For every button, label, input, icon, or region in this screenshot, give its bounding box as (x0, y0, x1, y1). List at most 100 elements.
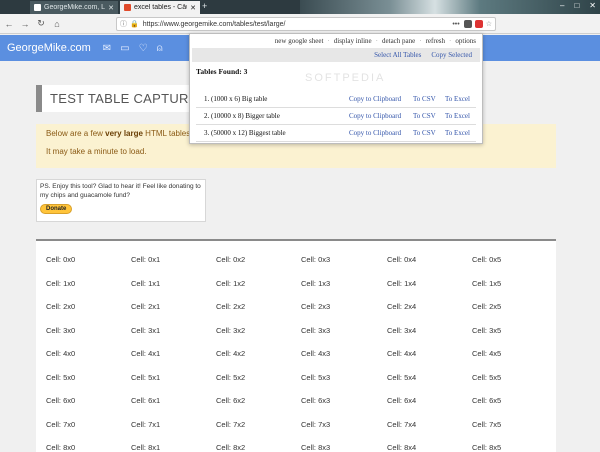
donate-button[interactable]: Donate (40, 203, 73, 214)
lock-icon: 🔒 (130, 21, 139, 28)
new-google-sheet-link[interactable]: new google sheet (275, 37, 324, 45)
display-inline-link[interactable]: display inline (334, 37, 372, 45)
table-cell: Cell: 0x2 (216, 255, 246, 264)
table-cell: Cell: 2x1 (131, 302, 161, 311)
table-name[interactable]: 3. (50000 x 12) Biggest table (204, 129, 286, 137)
heart-icon[interactable]: ♡ (139, 43, 148, 54)
table-cell: Cell: 1x3 (301, 278, 331, 288)
tab-google-search[interactable]: excel tables - Căutare Google ✕ (120, 1, 200, 14)
copy-to-clipboard-link[interactable]: Copy to Clipboard (349, 129, 401, 137)
copy-selected-link[interactable]: Copy Selected (431, 51, 472, 59)
detach-pane-link[interactable]: detach pane (382, 37, 415, 45)
table-cell: Cell: 8x0 (46, 443, 76, 452)
table-cell: Cell: 8x3 (301, 443, 331, 452)
table-cell: Cell: 7x5 (472, 419, 502, 429)
table-cell: Cell: 5x0 (46, 372, 76, 382)
table-cell: Cell: 4x3 (301, 349, 331, 358)
table-name[interactable]: 1. (1000 x 6) Big table (204, 95, 267, 103)
window-controls: – □ ✕ (560, 1, 596, 10)
table-cell: Cell: 3x5 (472, 325, 502, 335)
table-cell: Cell: 0x1 (131, 255, 161, 264)
google-favicon-icon (124, 4, 131, 11)
to-csv-link[interactable]: To CSV (413, 112, 436, 120)
notice-line-2: It may take a minute to load. (46, 147, 147, 156)
close-window-icon[interactable]: ✕ (589, 1, 596, 10)
new-tab-icon[interactable]: + (202, 1, 207, 11)
mail-icon[interactable]: ✉ (103, 43, 111, 54)
reload-icon[interactable]: ↻ (34, 18, 48, 29)
table-cell: Cell: 2x0 (46, 302, 76, 311)
home-icon[interactable]: ⌂ (50, 19, 64, 29)
address-bar[interactable]: ⓘ 🔒 https://www.georgemike.com/tables/te… (116, 17, 496, 31)
maximize-icon[interactable]: □ (574, 1, 579, 10)
bookmark-star-icon[interactable]: ☆ (486, 20, 492, 28)
pocket-icon[interactable] (463, 20, 472, 28)
softpedia-watermark: SOFTPEDIA (305, 72, 386, 84)
donate-text: PS. Enjoy this tool? Glad to hear it! Fe… (40, 183, 201, 199)
copy-to-clipboard-link[interactable]: Copy to Clipboard (349, 95, 401, 103)
options-link[interactable]: options (455, 37, 476, 45)
table-cell: Cell: 8x2 (216, 443, 246, 452)
table-cell: Cell: 2x4 (387, 302, 417, 311)
table-cell: Cell: 4x0 (46, 349, 76, 358)
copy-to-clipboard-link[interactable]: Copy to Clipboard (349, 112, 401, 120)
table-cell: Cell: 3x0 (46, 325, 76, 335)
minimize-icon[interactable]: – (560, 1, 564, 10)
to-excel-link[interactable]: To Excel (445, 95, 470, 103)
to-excel-link[interactable]: To Excel (445, 112, 470, 120)
refresh-link[interactable]: refresh (426, 37, 445, 45)
select-all-tables-link[interactable]: Select All Tables (374, 51, 421, 59)
forward-icon[interactable]: → (18, 19, 32, 29)
info-icon[interactable]: ⓘ (120, 19, 127, 29)
table-cell: Cell: 6x1 (131, 396, 161, 405)
table-cell: Cell: 0x5 (472, 255, 502, 264)
browser-tab-strip: GeorgeMike.com, Large Table ✕ excel tabl… (0, 0, 600, 14)
table-list-item[interactable]: 2. (10000 x 8) Bigger table Copy to Clip… (196, 109, 476, 125)
table-cell: Cell: 7x1 (131, 419, 161, 429)
money-icon[interactable]: ▭ (120, 43, 129, 54)
table-list-item[interactable]: 3. (50000 x 12) Biggest table Copy to Cl… (196, 126, 476, 142)
back-icon[interactable]: ← (2, 19, 16, 29)
table-cell: Cell: 8x1 (131, 443, 161, 452)
table-cell: Cell: 4x2 (216, 349, 246, 358)
url-text[interactable]: https://www.georgemike.com/tables/test/l… (143, 21, 453, 28)
close-tab-icon[interactable]: ✕ (108, 4, 114, 12)
table-cell: Cell: 5x1 (131, 372, 161, 382)
close-tab-icon[interactable]: ✕ (190, 4, 196, 12)
table-cell: Cell: 5x4 (387, 372, 417, 382)
extension-icon[interactable] (474, 20, 483, 28)
table-cell: Cell: 6x4 (387, 396, 417, 405)
favicon-icon (34, 4, 41, 11)
table-cell: Cell: 6x3 (301, 396, 331, 405)
page-actions-icon[interactable]: ••• (452, 21, 459, 28)
donate-box: PS. Enjoy this tool? Glad to hear it! Fe… (36, 179, 206, 222)
user-icon[interactable]: ⍝ (157, 43, 163, 54)
table-cell: Cell: 2x5 (472, 302, 502, 311)
table-cell: Cell: 0x4 (387, 255, 417, 264)
tab-title: GeorgeMike.com, Large Table (44, 4, 106, 11)
tab-title: excel tables - Căutare Google (134, 4, 187, 11)
table-cell: Cell: 3x1 (131, 325, 161, 335)
table-cell: Cell: 3x2 (216, 325, 246, 335)
table-cell: Cell: 3x3 (301, 325, 331, 335)
to-csv-link[interactable]: To CSV (413, 129, 436, 137)
table-list-item[interactable]: 1. (1000 x 6) Big table Copy to Clipboar… (196, 92, 476, 108)
table-cell: Cell: 6x2 (216, 396, 246, 405)
site-brand[interactable]: GeorgeMike.com (7, 42, 91, 54)
theme-background-art (300, 0, 600, 14)
table-cell: Cell: 5x3 (301, 372, 331, 382)
table-capture-popup: new google sheet · display inline · detach… (189, 33, 483, 144)
table-cell: Cell: 5x5 (472, 372, 502, 382)
big-table: Cell: 0x0 Cell: 0x1 Cell: 0x2 Cell: 0x3 Cell… (36, 239, 556, 452)
table-cell: Cell: 7x3 (301, 419, 331, 429)
table-cell: Cell: 0x0 (46, 255, 76, 264)
to-excel-link[interactable]: To Excel (445, 129, 470, 137)
table-cell: Cell: 1x4 (387, 278, 417, 288)
to-csv-link[interactable]: To CSV (413, 95, 436, 103)
table-cell: Cell: 0x3 (301, 255, 331, 264)
table-cell: Cell: 8x4 (387, 443, 417, 452)
tab-georgemike[interactable]: GeorgeMike.com, Large Table ✕ (30, 1, 118, 14)
table-cell: Cell: 7x4 (387, 419, 417, 429)
table-cell: Cell: 1x1 (131, 278, 161, 288)
table-name[interactable]: 2. (10000 x 8) Bigger table (204, 112, 280, 120)
